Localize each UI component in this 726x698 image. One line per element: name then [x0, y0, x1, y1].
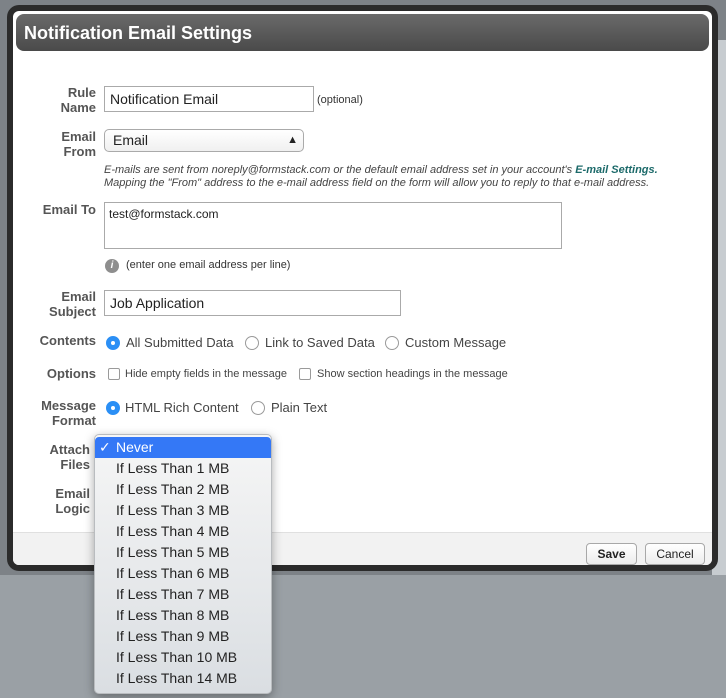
attach-option-6mb[interactable]: If Less Than 6 MB [95, 563, 271, 584]
email-from-select[interactable]: Email ▲ [104, 129, 304, 152]
attach-option-9mb[interactable]: If Less Than 9 MB [95, 626, 271, 647]
rule-name-input[interactable]: Notification Email [104, 86, 314, 112]
hide-empty-fields-checkbox[interactable] [108, 368, 120, 380]
email-from-selected-value: Email [113, 132, 149, 148]
attach-option-3mb[interactable]: If Less Than 3 MB [95, 500, 271, 521]
email-settings-link[interactable]: E-mail Settings. [575, 164, 658, 176]
attach-option-1mb[interactable]: If Less Than 1 MB [95, 458, 271, 479]
attach-files-dropdown[interactable]: ✓ Never If Less Than 1 MB If Less Than 2… [94, 434, 272, 694]
attach-files-label: Attach Files [49, 442, 90, 472]
contents-option-link-saved[interactable]: Link to Saved Data [265, 335, 375, 350]
email-to-textarea[interactable]: test@formstack.com [104, 202, 562, 249]
attach-option-4mb[interactable]: If Less Than 4 MB [95, 521, 271, 542]
cancel-button[interactable]: Cancel [645, 543, 705, 565]
hide-empty-fields-label[interactable]: Hide empty fields in the message [125, 368, 287, 380]
contents-radio-all-submitted[interactable] [106, 336, 120, 350]
checkmark-icon: ✓ [99, 439, 111, 455]
dialog-title: Notification Email Settings [24, 23, 253, 43]
format-radio-plain[interactable] [251, 401, 265, 415]
format-radio-html[interactable] [106, 401, 120, 415]
contents-radio-custom-message[interactable] [385, 336, 399, 350]
email-to-hint: (enter one email address per line) [126, 259, 291, 271]
format-option-html[interactable]: HTML Rich Content [125, 400, 239, 415]
format-option-plain[interactable]: Plain Text [271, 400, 327, 415]
email-subject-input[interactable]: Job Application [104, 290, 401, 316]
email-logic-label: Email Logic [55, 486, 90, 516]
attach-option-5mb[interactable]: If Less Than 5 MB [95, 542, 271, 563]
rule-name-optional-hint: (optional) [317, 94, 363, 106]
show-section-headings-checkbox[interactable] [299, 368, 311, 380]
options-label: Options [46, 366, 96, 381]
contents-option-custom-message[interactable]: Custom Message [405, 335, 506, 350]
dialog-header: Notification Email Settings [16, 14, 709, 51]
contents-radio-link-saved[interactable] [245, 336, 259, 350]
attach-option-8mb[interactable]: If Less Than 8 MB [95, 605, 271, 626]
save-button[interactable]: Save [586, 543, 637, 565]
email-from-label: Email From [61, 129, 96, 159]
attach-option-14mb[interactable]: If Less Than 14 MB [95, 668, 271, 689]
contents-label: Contents [39, 333, 96, 348]
message-format-label: Message Format [41, 398, 96, 428]
email-from-help-text-2: Mapping the "From" address to the e-mail… [104, 177, 650, 189]
attach-option-never[interactable]: ✓ Never [95, 437, 271, 458]
attach-option-2mb[interactable]: If Less Than 2 MB [95, 479, 271, 500]
email-from-help: E-mails are sent from noreply@formstack.… [104, 164, 704, 190]
contents-option-all-submitted[interactable]: All Submitted Data [126, 335, 234, 350]
rule-name-label: Rule Name [60, 85, 96, 115]
info-icon: i [105, 259, 119, 273]
email-to-label: Email To [42, 202, 96, 217]
show-section-headings-label[interactable]: Show section headings in the message [317, 368, 508, 380]
email-from-help-text: E-mails are sent from noreply@formstack.… [104, 164, 576, 176]
attach-option-10mb[interactable]: If Less Than 10 MB [95, 647, 271, 668]
email-subject-label: Email Subject [49, 289, 96, 319]
select-arrows-icon: ▲ [287, 134, 298, 146]
attach-option-7mb[interactable]: If Less Than 7 MB [95, 584, 271, 605]
